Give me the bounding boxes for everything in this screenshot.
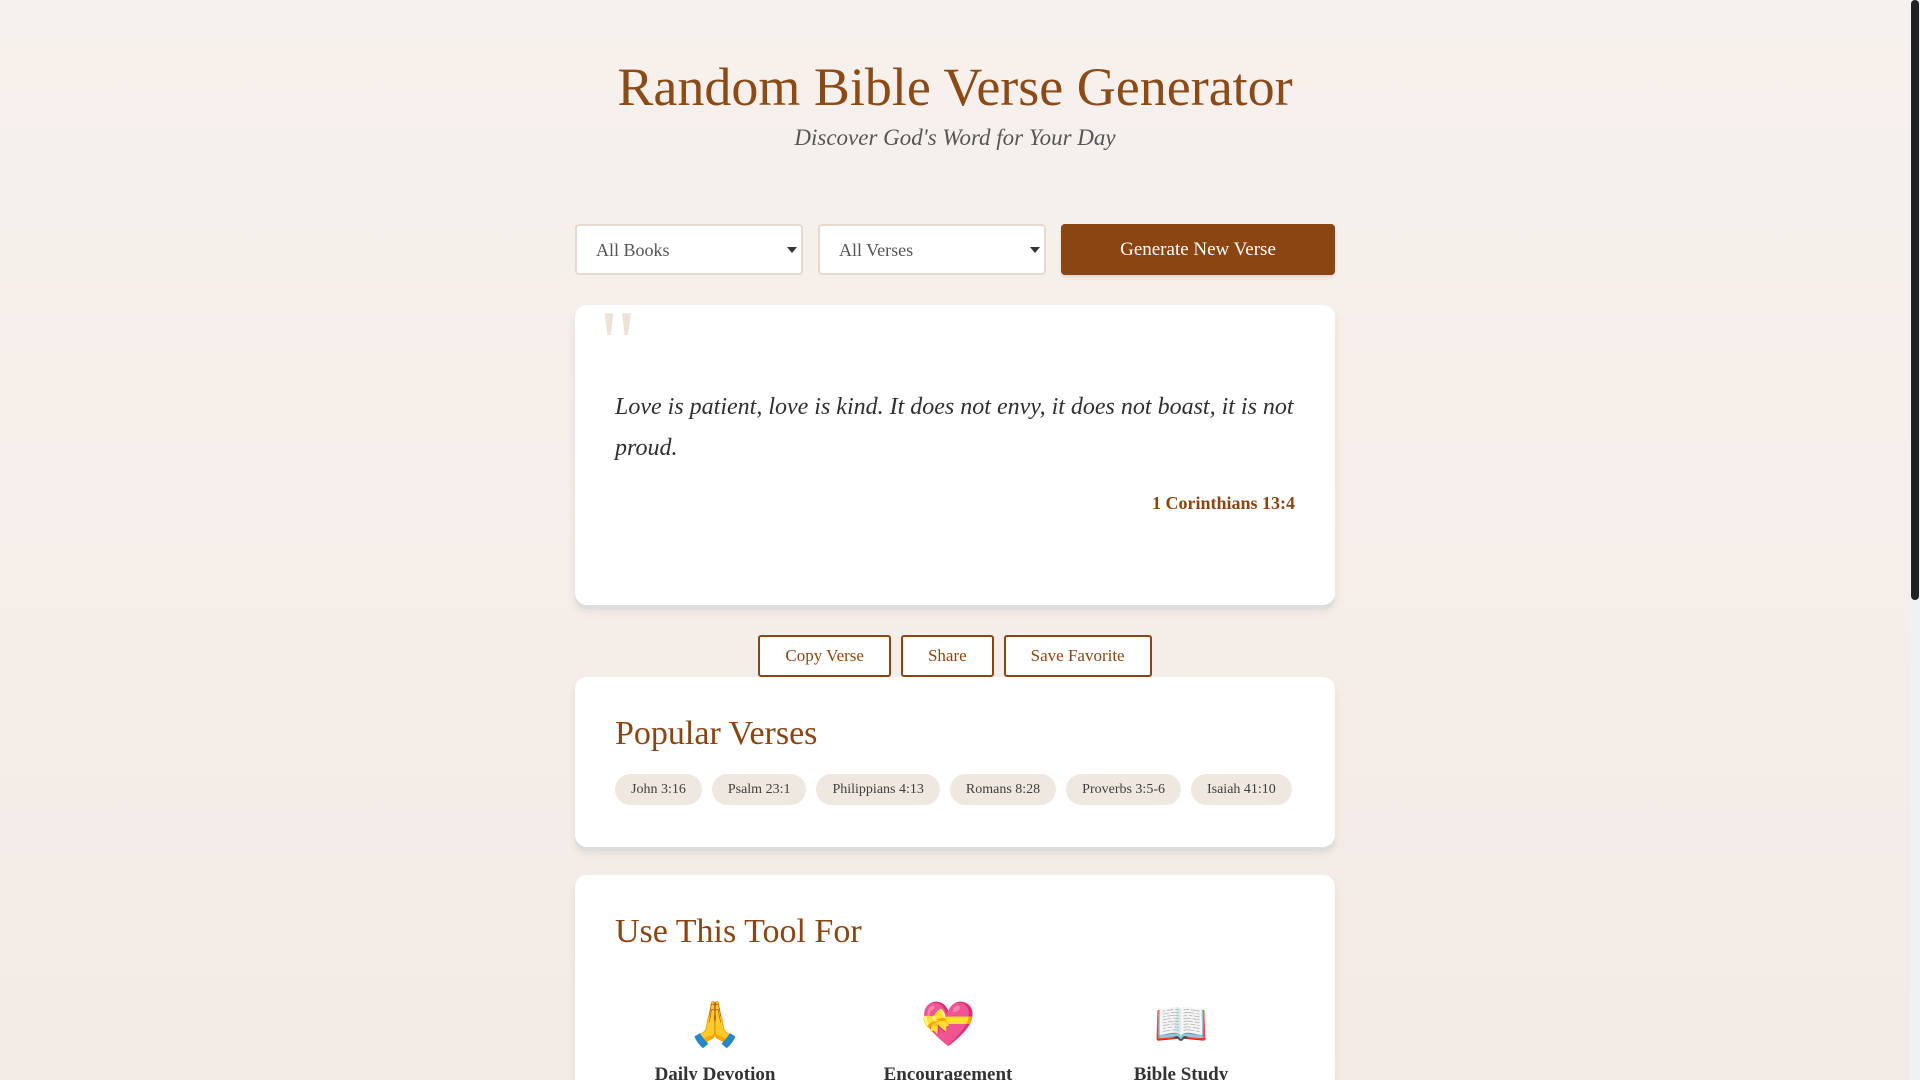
open-book-icon: 📖 (1153, 999, 1209, 1050)
browser-viewport: Random Bible Verse Generator Discover Go… (0, 0, 1920, 1080)
verse-card: " Love is patient, love is kind. It does… (575, 297, 1335, 605)
popular-verse-proverbs-3-5-6[interactable]: Proverbs 3:5-6 (1066, 774, 1181, 805)
popular-verse-isaiah-41-10[interactable]: Isaiah 41:10 (1190, 774, 1292, 805)
verse-actions: Copy Verse Share Save Favorite (0, 635, 1910, 677)
save-favorite-button[interactable]: Save Favorite (1003, 635, 1152, 677)
popular-verses-card: Popular Verses John 3:16 Psalm 23:1 Philip… (575, 677, 1335, 847)
use-this-tool-card: Use This Tool For 🙏 Daily Devotion 💝 Enc… (575, 875, 1335, 1080)
copy-verse-button[interactable]: Copy Verse (758, 635, 891, 677)
verse-text: Love is patient, love is kind. It does n… (615, 394, 1294, 461)
verse-select-value: All Verses (839, 240, 914, 260)
popular-verses-title: Popular Verses (615, 715, 818, 752)
page-subtitle: Discover God's Word for Your Day (794, 125, 1116, 151)
chevron-down-icon (787, 247, 797, 253)
use-case-daily-devotion: 🙏 Daily Devotion (615, 1000, 815, 1080)
popular-verse-list: John 3:16 Psalm 23:1 Philippians 4:13 Roman… (615, 774, 1305, 805)
verse-controls: All Books All Verses Generate New Verse (575, 224, 1335, 276)
use-case-bible-study: 📖 Bible Study (1081, 1000, 1281, 1080)
page-title: Random Bible Verse Generator (617, 57, 1293, 117)
verse-select[interactable]: All Verses (818, 224, 1046, 275)
use-case-list: 🙏 Daily Devotion 💝 Encouragement 📖 Bible… (615, 1000, 1314, 1080)
use-this-tool-title: Use This Tool For (615, 913, 862, 950)
book-select-value: All Books (596, 240, 670, 260)
praying-hands-icon: 🙏 (687, 999, 743, 1050)
generate-new-verse-button[interactable]: Generate New Verse (1061, 224, 1335, 275)
verse-reference: 1 Corinthians 13:4 (1151, 493, 1295, 513)
page-header: Random Bible Verse Generator Discover Go… (0, 57, 1910, 151)
use-case-encouragement: 💝 Encouragement (848, 1000, 1048, 1080)
popular-verse-psalm-23-1[interactable]: Psalm 23:1 (711, 774, 807, 805)
page-scrollbar[interactable] (1910, 0, 1920, 1080)
use-case-label: Encouragement (883, 1064, 1013, 1080)
use-case-label: Daily Devotion (654, 1064, 776, 1080)
share-button[interactable]: Share (900, 635, 994, 677)
quote-icon: " (599, 292, 637, 394)
chevron-down-icon (1030, 247, 1040, 253)
heart-gift-icon: 💝 (920, 999, 976, 1050)
use-case-label: Bible Study (1133, 1064, 1229, 1080)
scrollbar-thumb[interactable] (1911, 0, 1919, 600)
bible-verse-generator-page: Random Bible Verse Generator Discover Go… (0, 0, 1910, 1080)
book-select[interactable]: All Books (575, 224, 803, 275)
popular-verse-john-3-16[interactable]: John 3:16 (615, 774, 702, 805)
popular-verse-philippians-4-13[interactable]: Philippians 4:13 (816, 774, 940, 805)
popular-verse-romans-8-28[interactable]: Romans 8:28 (949, 774, 1057, 805)
